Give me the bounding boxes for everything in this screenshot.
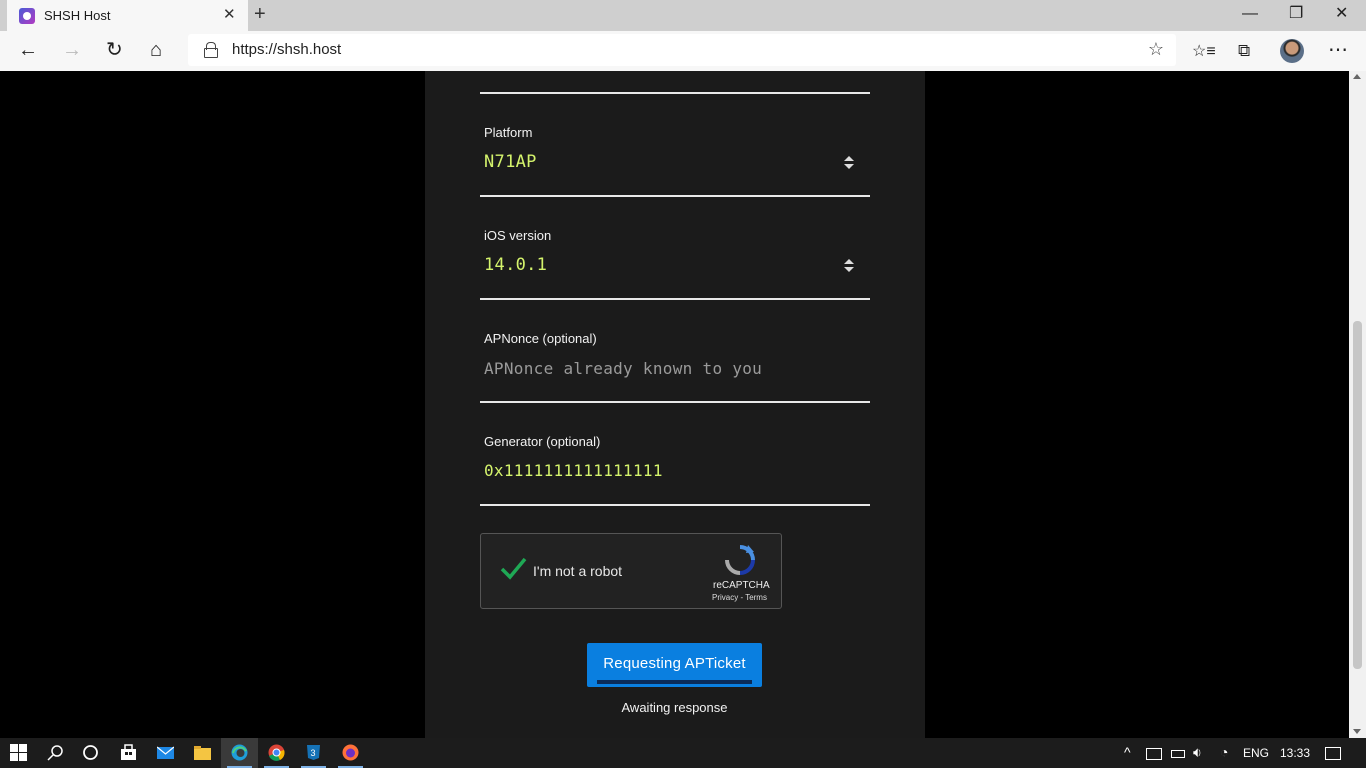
scroll-up-icon[interactable] — [1353, 74, 1361, 79]
tab-strip: SHSH Host ✕ + — ❐ ✕ — [0, 0, 1366, 31]
favorite-star-icon[interactable]: ☆ — [1148, 39, 1164, 60]
recaptcha-brand: reCAPTCHA — [713, 580, 770, 591]
field-underline — [480, 195, 870, 197]
platform-label: Platform — [484, 125, 533, 140]
navigation-bar: ← → ↻ ⌂ https://shsh.host ☆ ☆≡ ⧉ ⋯ — [0, 31, 1366, 71]
field-underline — [480, 298, 870, 300]
refresh-icon[interactable]: ↻ — [106, 40, 123, 60]
collections-icon[interactable]: ⧉ — [1238, 41, 1250, 61]
chrome-icon[interactable] — [258, 738, 295, 768]
network-status-icon[interactable] — [1146, 748, 1162, 760]
more-menu-icon[interactable]: ⋯ — [1328, 40, 1348, 60]
ios-version-label: iOS version — [484, 228, 552, 243]
favorites-icon[interactable]: ☆≡ — [1192, 42, 1216, 62]
close-window-button[interactable]: ✕ — [1335, 5, 1348, 23]
close-tab-icon[interactable]: ✕ — [223, 7, 236, 23]
volume-icon[interactable]: 🔉︎ — [1193, 744, 1202, 761]
captcha-label[interactable]: I'm not a robot — [533, 563, 622, 579]
forward-icon[interactable]: → — [62, 40, 82, 60]
taskbar: 3 ^ 🔉︎ ◔ ENG 13:33 — [0, 738, 1366, 768]
windows-start-icon[interactable] — [0, 738, 37, 768]
page-scrollbar[interactable] — [1349, 71, 1366, 738]
home-icon[interactable]: ⌂ — [150, 40, 162, 60]
svg-text:3: 3 — [311, 748, 316, 758]
field-underline — [480, 401, 870, 403]
select-arrows-icon[interactable] — [844, 259, 854, 273]
field-underline — [480, 92, 870, 94]
search-icon[interactable] — [37, 738, 74, 768]
battery-icon[interactable] — [1171, 750, 1185, 758]
cortana-icon[interactable] — [72, 738, 109, 768]
language-indicator[interactable]: ENG — [1243, 746, 1269, 760]
generator-label: Generator (optional) — [484, 434, 601, 449]
lock-icon — [204, 42, 218, 58]
platform-select[interactable]: N71AP — [484, 152, 537, 172]
site-favicon-icon — [19, 8, 35, 24]
tab-title: SHSH Host — [44, 8, 111, 23]
ios-version-select[interactable]: 14.0.1 — [484, 255, 547, 275]
apnonce-input[interactable]: APNonce already known to you — [484, 359, 762, 378]
new-tab-button[interactable]: + — [254, 4, 266, 24]
apnonce-label: APNonce (optional) — [484, 331, 597, 346]
page-viewport: Platform N71AP iOS version 14.0.1 APNonc… — [0, 71, 1349, 738]
request-apticket-button[interactable]: Requesting APTicket — [587, 643, 762, 687]
recaptcha-logo-icon — [724, 544, 756, 576]
edge-icon[interactable] — [221, 738, 258, 768]
show-hidden-icons-icon[interactable]: ^ — [1124, 744, 1131, 760]
form-panel: Platform N71AP iOS version 14.0.1 APNonc… — [425, 71, 925, 738]
scroll-thumb[interactable] — [1353, 321, 1362, 669]
recaptcha-links[interactable]: Privacy - Terms — [712, 593, 767, 602]
status-text: Awaiting response — [621, 700, 728, 715]
file-explorer-icon[interactable] — [184, 738, 221, 768]
mail-icon[interactable] — [147, 738, 184, 768]
progress-bar — [597, 680, 752, 684]
firefox-icon[interactable] — [332, 738, 369, 768]
recaptcha-widget: I'm not a robot reCAPTCHA Privacy - Term… — [480, 533, 782, 609]
clock[interactable]: 13:33 — [1280, 746, 1310, 760]
scroll-down-icon[interactable] — [1353, 729, 1361, 734]
wifi-icon[interactable]: ◔ — [1220, 744, 1228, 760]
restore-button[interactable]: ❐ — [1289, 5, 1303, 23]
minimize-button[interactable]: — — [1242, 5, 1258, 23]
profile-avatar[interactable] — [1280, 39, 1304, 63]
select-arrows-icon[interactable] — [844, 156, 854, 170]
css3-icon[interactable]: 3 — [295, 738, 332, 768]
address-bar[interactable]: https://shsh.host ☆ — [188, 34, 1176, 66]
field-underline — [480, 504, 870, 506]
generator-input[interactable]: 0x1111111111111111 — [484, 461, 663, 480]
browser-tab[interactable]: SHSH Host ✕ — [7, 0, 248, 31]
submit-label: Requesting APTicket — [603, 655, 746, 672]
url-text[interactable]: https://shsh.host — [232, 41, 341, 58]
notifications-icon[interactable] — [1325, 747, 1341, 760]
store-icon[interactable] — [110, 738, 147, 768]
checkmark-icon[interactable] — [499, 554, 527, 582]
back-icon[interactable]: ← — [18, 40, 38, 60]
